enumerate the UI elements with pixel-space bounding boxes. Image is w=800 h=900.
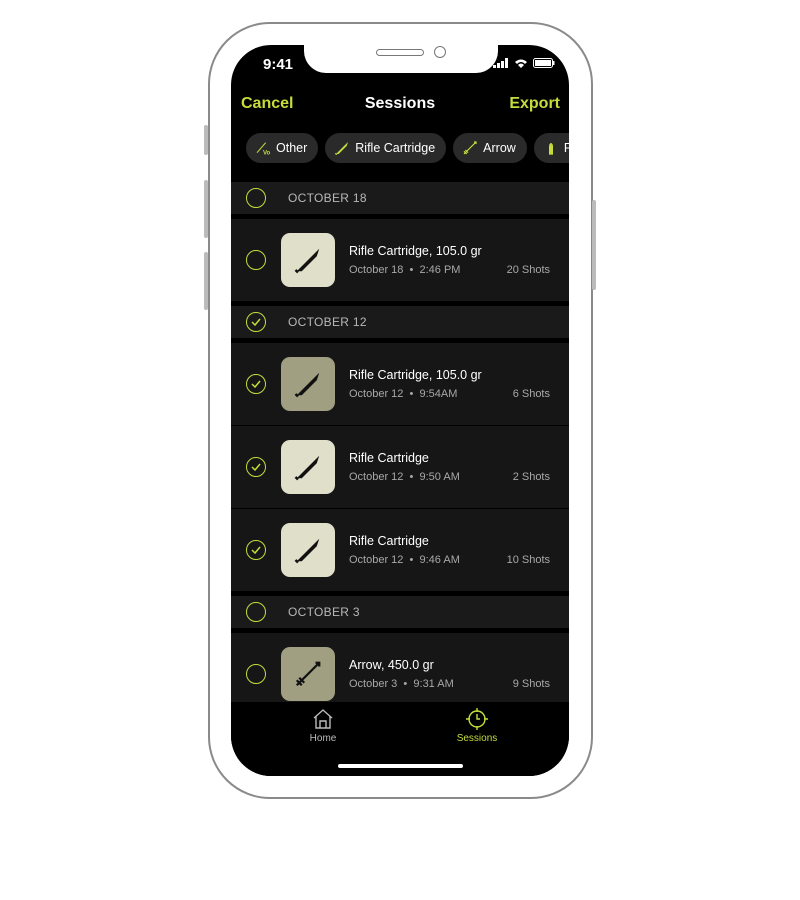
export-button[interactable]: Export	[509, 95, 560, 113]
notch	[304, 45, 498, 73]
side-button	[204, 125, 208, 155]
filter-chip-other[interactable]: Vo Other	[246, 133, 319, 163]
chip-label: Pis	[563, 141, 569, 155]
session-row[interactable]: Rifle Cartridge, 105.0 gr October 18 • 2…	[231, 219, 569, 301]
session-select-checkbox[interactable]	[246, 540, 266, 560]
velocity-icon: Vo	[256, 142, 271, 156]
tab-home-label: Home	[309, 733, 337, 744]
checkmark-icon	[251, 546, 261, 555]
status-time: 9:41	[263, 56, 294, 73]
checkmark-icon	[251, 318, 261, 327]
session-row[interactable]: Rifle Cartridge October 12 • 9:46 AM 10 …	[231, 509, 569, 591]
session-type-tile	[281, 233, 335, 287]
session-time: 9:46 AM	[419, 554, 460, 566]
section-select-checkbox[interactable]	[246, 188, 266, 208]
rifle-cartridge-icon	[294, 538, 320, 564]
session-row[interactable]: Arrow, 450.0 gr October 3 • 9:31 AM 9 Sh…	[231, 633, 569, 702]
chip-label: Rifle Cartridge	[355, 141, 436, 155]
session-type-tile	[281, 523, 335, 577]
session-title: Rifle Cartridge	[349, 451, 429, 465]
home-indicator[interactable]	[338, 764, 463, 768]
session-time: 9:50 AM	[419, 471, 460, 483]
chip-label: Other	[276, 141, 308, 155]
signal-icon	[493, 58, 508, 68]
checkmark-icon	[251, 380, 261, 389]
arrow-icon	[295, 661, 321, 687]
shot-count: 9 Shots	[512, 678, 550, 690]
shot-count: 10 Shots	[506, 554, 550, 566]
shot-count: 2 Shots	[512, 471, 550, 483]
rifle-cartridge-icon	[294, 372, 320, 398]
section-header: OCTOBER 3	[231, 596, 569, 628]
arrow-icon	[463, 141, 477, 155]
session-list[interactable]: OCTOBER 18 Rifle Cartridge, 105.0 gr Oct…	[231, 182, 569, 702]
section-header: OCTOBER 12	[231, 306, 569, 338]
section-date: OCTOBER 18	[288, 191, 367, 205]
rifle-cartridge-icon	[294, 248, 320, 274]
session-date: October 12	[349, 388, 404, 400]
tab-home[interactable]: Home	[283, 708, 363, 744]
session-type-tile	[281, 440, 335, 494]
side-button	[592, 200, 596, 290]
session-row[interactable]: Rifle Cartridge, 105.0 gr October 12 • 9…	[231, 343, 569, 425]
session-time: 9:54AM	[419, 388, 458, 400]
rifle-cartridge-icon	[294, 455, 320, 481]
shot-count: 6 Shots	[512, 388, 550, 400]
section-select-checkbox[interactable]	[246, 312, 266, 332]
filter-chip-pis[interactable]: Pis	[533, 133, 569, 163]
tab-sessions-label: Sessions	[456, 733, 498, 744]
shot-count: 20 Shots	[506, 264, 550, 276]
session-title: Arrow, 450.0 gr	[349, 658, 434, 672]
status-icons	[493, 58, 555, 68]
session-time: 9:31 AM	[413, 678, 454, 690]
chip-label: Arrow	[483, 141, 516, 155]
screen: 9:41 Cancel Sessions Export Vo Other Rifle…	[231, 45, 569, 776]
session-row[interactable]: Rifle Cartridge October 12 • 9:50 AM 2 S…	[231, 426, 569, 508]
session-select-checkbox[interactable]	[246, 664, 266, 684]
session-date: October 12	[349, 471, 404, 483]
session-time: 2:46 PM	[419, 264, 461, 276]
section-date: OCTOBER 3	[288, 605, 360, 619]
session-select-checkbox[interactable]	[246, 374, 266, 394]
rifle-cartridge-icon	[335, 142, 349, 156]
session-select-checkbox[interactable]	[246, 250, 266, 270]
filter-chip-arrow[interactable]: Arrow	[453, 133, 527, 163]
pistol-cartridge-icon	[548, 143, 553, 155]
wifi-icon	[515, 59, 527, 68]
session-title: Rifle Cartridge	[349, 534, 429, 548]
session-type-tile	[281, 357, 335, 411]
session-date: October 12	[349, 554, 404, 566]
section-date: OCTOBER 12	[288, 315, 367, 329]
home-icon	[313, 709, 333, 729]
checkmark-icon	[251, 463, 261, 472]
side-button	[204, 252, 208, 310]
session-title: Rifle Cartridge, 105.0 gr	[349, 368, 482, 382]
tab-bar: Home Sessions	[231, 702, 569, 776]
svg-text:Vo: Vo	[263, 151, 271, 156]
session-date: October 3	[349, 678, 398, 690]
sessions-clock-icon	[466, 708, 488, 730]
session-date: October 18	[349, 264, 404, 276]
battery-icon	[533, 58, 555, 68]
session-type-tile	[281, 647, 335, 701]
side-button	[204, 180, 208, 238]
tab-sessions[interactable]: Sessions	[437, 708, 517, 744]
session-title: Rifle Cartridge, 105.0 gr	[349, 244, 482, 258]
session-select-checkbox[interactable]	[246, 457, 266, 477]
filter-chip-rifle-cartridge[interactable]: Rifle Cartridge	[325, 133, 447, 163]
section-header: OCTOBER 18	[231, 182, 569, 214]
section-select-checkbox[interactable]	[246, 602, 266, 622]
